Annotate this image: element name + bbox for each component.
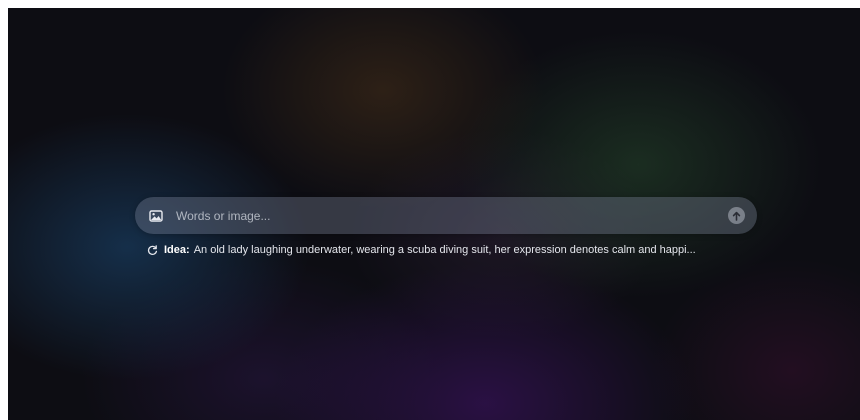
- idea-suggestion: Idea: An old lady laughing underwater, w…: [146, 242, 696, 258]
- refresh-icon[interactable]: [146, 244, 158, 256]
- prompt-input[interactable]: [176, 203, 728, 228]
- submit-button[interactable]: [728, 207, 745, 224]
- prompt-bar[interactable]: [135, 197, 757, 234]
- background-stage: Idea: An old lady laughing underwater, w…: [8, 8, 860, 420]
- idea-prompt-text[interactable]: An old lady laughing underwater, wearing…: [194, 244, 696, 256]
- arrow-up-icon: [732, 211, 741, 221]
- idea-label: Idea:: [164, 244, 190, 256]
- image-icon[interactable]: [148, 208, 164, 224]
